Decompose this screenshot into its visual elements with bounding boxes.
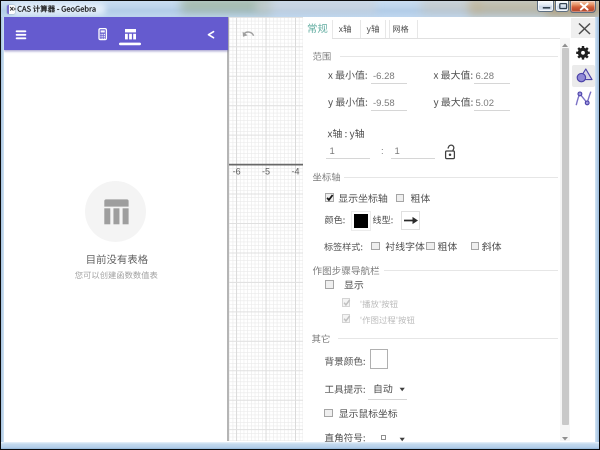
svg-text:-6: -6 [233, 167, 241, 177]
svg-text:-4: -4 [291, 167, 299, 177]
svg-text:-5: -5 [262, 167, 270, 177]
